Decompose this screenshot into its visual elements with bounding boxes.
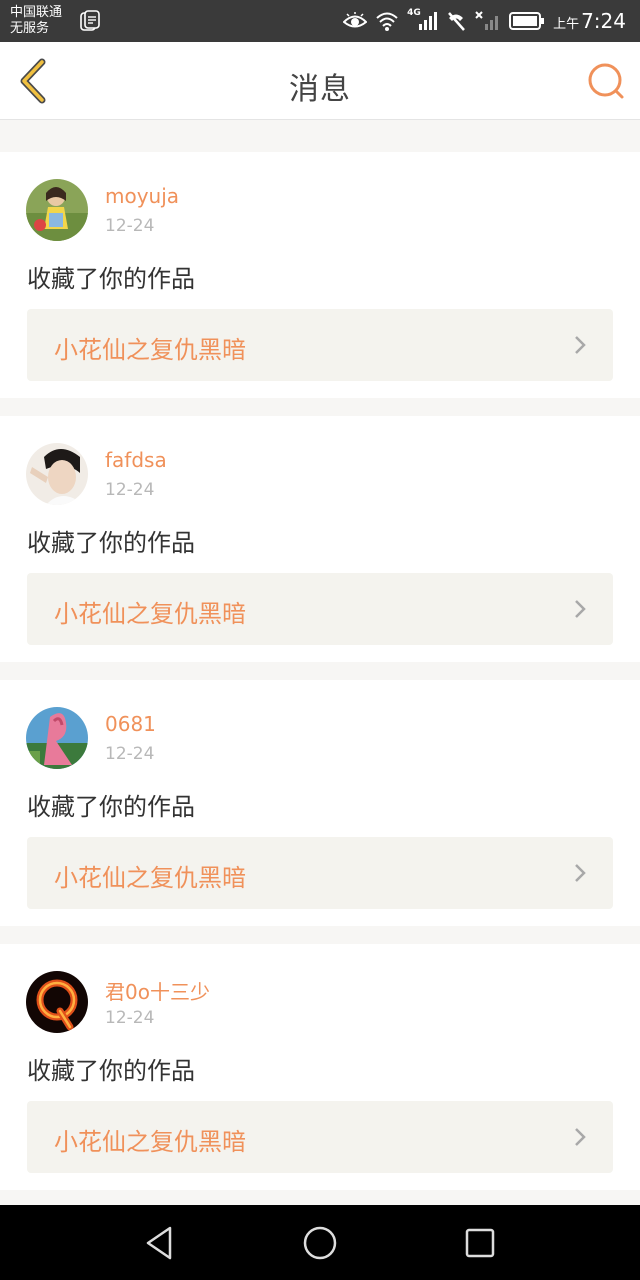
carrier-info: 中国联通 无服务 (10, 5, 62, 37)
navigation-bar (0, 1205, 640, 1280)
message-date: 12-24 (105, 1008, 155, 1028)
work-title: 小花仙之复仇黑暗 (54, 864, 246, 892)
wifi-icon (376, 12, 398, 31)
page-title: 消息 (289, 72, 351, 107)
chevron-right-icon (575, 1128, 586, 1146)
message-item: fafdsa 12-24 收藏了你的作品 小花仙之复仇黑暗 (0, 416, 640, 662)
avatar[interactable] (26, 179, 88, 241)
username[interactable]: 0681 (105, 712, 156, 736)
action-text: 收藏了你的作品 (27, 793, 195, 821)
app-header: 消息 (0, 42, 640, 120)
search-icon (588, 63, 624, 99)
username[interactable]: fafdsa (105, 448, 167, 472)
document-icon (80, 10, 100, 31)
avatar[interactable] (26, 971, 88, 1033)
eye-icon (343, 12, 368, 28)
work-title: 小花仙之复仇黑暗 (54, 336, 246, 364)
work-link[interactable]: 小花仙之复仇黑暗 (27, 309, 613, 381)
work-title: 小花仙之复仇黑暗 (54, 1128, 246, 1156)
username[interactable]: 君0o十三少 (105, 976, 210, 1005)
signal-icon: 4G (407, 8, 438, 32)
message-date: 12-24 (105, 744, 155, 764)
message-date: 12-24 (105, 216, 155, 236)
message-item: 君0o十三少 12-24 收藏了你的作品 小花仙之复仇黑暗 (0, 944, 640, 1190)
battery-icon (509, 12, 545, 30)
work-link[interactable]: 小花仙之复仇黑暗 (27, 573, 613, 645)
carrier-name: 中国联通 (10, 5, 63, 20)
work-link[interactable]: 小花仙之复仇黑暗 (27, 1101, 613, 1173)
message-item: moyuja 12-24 收藏了你的作品 小花仙之复仇黑暗 (0, 152, 640, 398)
search-button[interactable] (586, 62, 626, 102)
back-triangle-icon[interactable] (142, 1225, 178, 1261)
work-title: 小花仙之复仇黑暗 (54, 600, 246, 628)
recents-square-icon[interactable] (462, 1225, 498, 1261)
service-status: 无服务 (10, 21, 50, 36)
home-circle-icon[interactable] (302, 1225, 338, 1261)
action-text: 收藏了你的作品 (27, 529, 195, 557)
chevron-right-icon (575, 600, 586, 618)
status-icons: 4G 上午 7:24 (343, 8, 626, 33)
avatar[interactable] (26, 443, 88, 505)
chevron-right-icon (575, 336, 586, 354)
message-date: 12-24 (105, 480, 155, 500)
status-bar: 中国联通 无服务 4G 上午 7:24 (0, 0, 640, 42)
clock: 上午 7:24 (553, 9, 626, 33)
action-text: 收藏了你的作品 (27, 265, 195, 293)
message-item: 0681 12-24 收藏了你的作品 小花仙之复仇黑暗 (0, 680, 640, 926)
action-text: 收藏了你的作品 (27, 1057, 195, 1085)
username[interactable]: moyuja (105, 184, 179, 208)
clock-ampm: 上午 (553, 17, 580, 32)
chevron-right-icon (575, 864, 586, 882)
clock-time: 7:24 (581, 9, 626, 33)
avatar[interactable] (26, 707, 88, 769)
no-signal-icon (475, 11, 499, 30)
work-link[interactable]: 小花仙之复仇黑暗 (27, 837, 613, 909)
no-call-icon (448, 12, 465, 31)
